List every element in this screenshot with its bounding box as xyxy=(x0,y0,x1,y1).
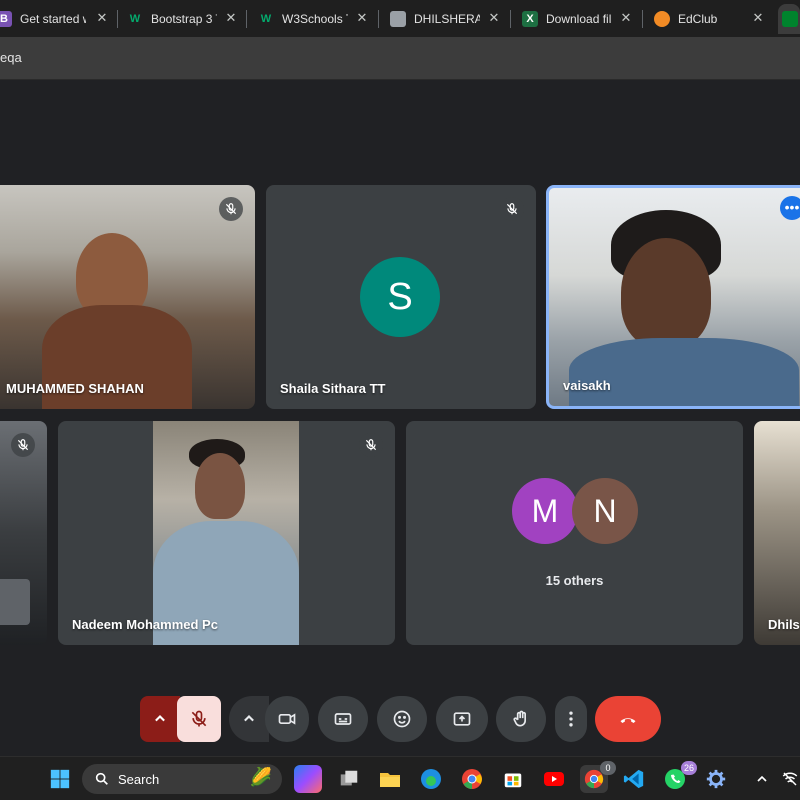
close-tab-icon[interactable]: ✕ xyxy=(486,10,502,26)
tab-edclub[interactable]: EdClub ✕ xyxy=(654,4,766,34)
close-tab-icon[interactable]: ✕ xyxy=(618,10,634,26)
more-options-icon[interactable]: ••• xyxy=(780,196,800,220)
store-icon[interactable] xyxy=(499,765,527,793)
task-view-icon[interactable] xyxy=(335,765,363,793)
participant-video xyxy=(153,421,299,645)
vscode-icon[interactable] xyxy=(620,765,648,793)
chrome-icon[interactable] xyxy=(458,765,486,793)
chevron-up-icon xyxy=(244,715,254,722)
tab-w3schools[interactable]: W W3Schools Tr ✕ xyxy=(258,4,370,34)
edclub-icon xyxy=(654,11,670,27)
others-avatar: N xyxy=(572,478,638,544)
participant-tile[interactable]: S Shaila Sithara TT xyxy=(266,185,536,409)
meeting-grid: MUHAMMED SHAHAN S Shaila Sithara TT ••• … xyxy=(0,80,800,756)
mic-off-icon xyxy=(191,710,207,727)
participant-name: Nadeem Mohammed Pc xyxy=(72,617,218,632)
url-text: eqa xyxy=(0,50,22,65)
participant-name: vaisakh xyxy=(563,378,611,393)
present-screen-button[interactable] xyxy=(436,696,488,742)
taskbar-search[interactable]: Search 🌽 xyxy=(82,764,282,794)
raise-hand-button[interactable] xyxy=(496,696,546,742)
corn-icon: 🌽 xyxy=(249,767,272,787)
tab-meet-active[interactable] xyxy=(778,4,800,34)
windows-taskbar: Search 🌽 0 26 xyxy=(0,756,800,800)
participant-tile[interactable]: Nadeem Mohammed Pc xyxy=(58,421,395,645)
close-tab-icon[interactable]: ✕ xyxy=(354,10,370,26)
participant-tile-speaking[interactable]: ••• vaisakh xyxy=(546,185,800,409)
youtube-icon[interactable] xyxy=(540,765,568,793)
close-tab-icon[interactable]: ✕ xyxy=(750,10,766,26)
mic-toggle-button[interactable] xyxy=(177,696,221,742)
close-tab-icon[interactable]: ✕ xyxy=(223,10,239,26)
others-avatar: M xyxy=(512,478,578,544)
meet-icon xyxy=(782,11,798,27)
mic-off-icon xyxy=(11,433,35,457)
emoji-icon xyxy=(393,710,411,728)
participant-name: Dhils xyxy=(768,617,800,632)
w3schools-icon: W xyxy=(260,13,272,25)
hang-up-icon xyxy=(620,718,636,723)
captions-icon xyxy=(334,713,352,725)
w3schools-icon: W xyxy=(129,13,141,25)
network-icon[interactable] xyxy=(776,765,800,793)
copilot-icon[interactable] xyxy=(294,765,322,793)
file-explorer-icon[interactable] xyxy=(376,765,404,793)
edge-icon[interactable] xyxy=(417,765,445,793)
mic-off-icon xyxy=(219,197,243,221)
tab-bootstrap[interactable]: W Bootstrap 3 T ✕ xyxy=(127,4,239,34)
more-options-button[interactable] xyxy=(555,696,587,742)
camera-toggle-button[interactable] xyxy=(265,696,309,742)
participant-name: Shaila Sithara TT xyxy=(280,381,386,396)
chevron-up-icon xyxy=(155,715,165,722)
screen: B Get started w ✕ W Bootstrap 3 T ✕ W W3… xyxy=(0,0,800,800)
participant-tile[interactable]: MUHAMMED SHAHAN xyxy=(0,185,255,409)
browser-tab-strip: B Get started w ✕ W Bootstrap 3 T ✕ W W3… xyxy=(0,0,800,37)
mic-off-icon xyxy=(359,433,383,457)
mic-options-button[interactable] xyxy=(140,696,180,742)
whatsapp-badge: 26 xyxy=(680,761,697,775)
camera-options-button[interactable] xyxy=(229,696,269,742)
others-tile[interactable]: M N 15 others xyxy=(406,421,743,645)
close-tab-icon[interactable]: ✕ xyxy=(94,10,110,26)
end-call-button[interactable] xyxy=(595,696,661,742)
excel-icon: X xyxy=(522,11,538,27)
mic-off-icon xyxy=(500,197,524,221)
others-count: 15 others xyxy=(545,573,604,588)
bootstrap-icon: B xyxy=(0,11,12,27)
meeting-controls xyxy=(0,696,800,742)
search-icon xyxy=(95,772,108,785)
camera-icon xyxy=(278,713,296,725)
participant-avatar: S xyxy=(360,257,440,337)
tab-dhilsheraf[interactable]: DHILSHERAF ✕ xyxy=(390,4,502,34)
participant-tile[interactable] xyxy=(0,421,47,645)
address-bar[interactable]: eqa xyxy=(0,37,800,80)
participant-video xyxy=(621,238,711,348)
tab-download[interactable]: X Download fil ✕ xyxy=(522,4,634,34)
participant-tile[interactable]: Dhils xyxy=(754,421,800,645)
participant-name: MUHAMMED SHAHAN xyxy=(6,381,144,396)
chevron-up-icon[interactable] xyxy=(748,765,776,793)
settings-icon[interactable] xyxy=(702,765,730,793)
chrome-badge: 0 xyxy=(600,761,616,775)
reactions-button[interactable] xyxy=(377,696,427,742)
captions-button[interactable] xyxy=(318,696,368,742)
present-icon xyxy=(453,712,471,726)
tab-get-started[interactable]: B Get started w ✕ xyxy=(0,4,110,34)
chrome-profile-icon[interactable]: 0 xyxy=(580,761,616,793)
profile-icon xyxy=(390,11,406,27)
whatsapp-icon[interactable]: 26 xyxy=(661,761,697,793)
more-vert-icon xyxy=(569,711,573,727)
windows-start-icon[interactable] xyxy=(46,765,74,793)
hand-icon xyxy=(513,710,526,727)
